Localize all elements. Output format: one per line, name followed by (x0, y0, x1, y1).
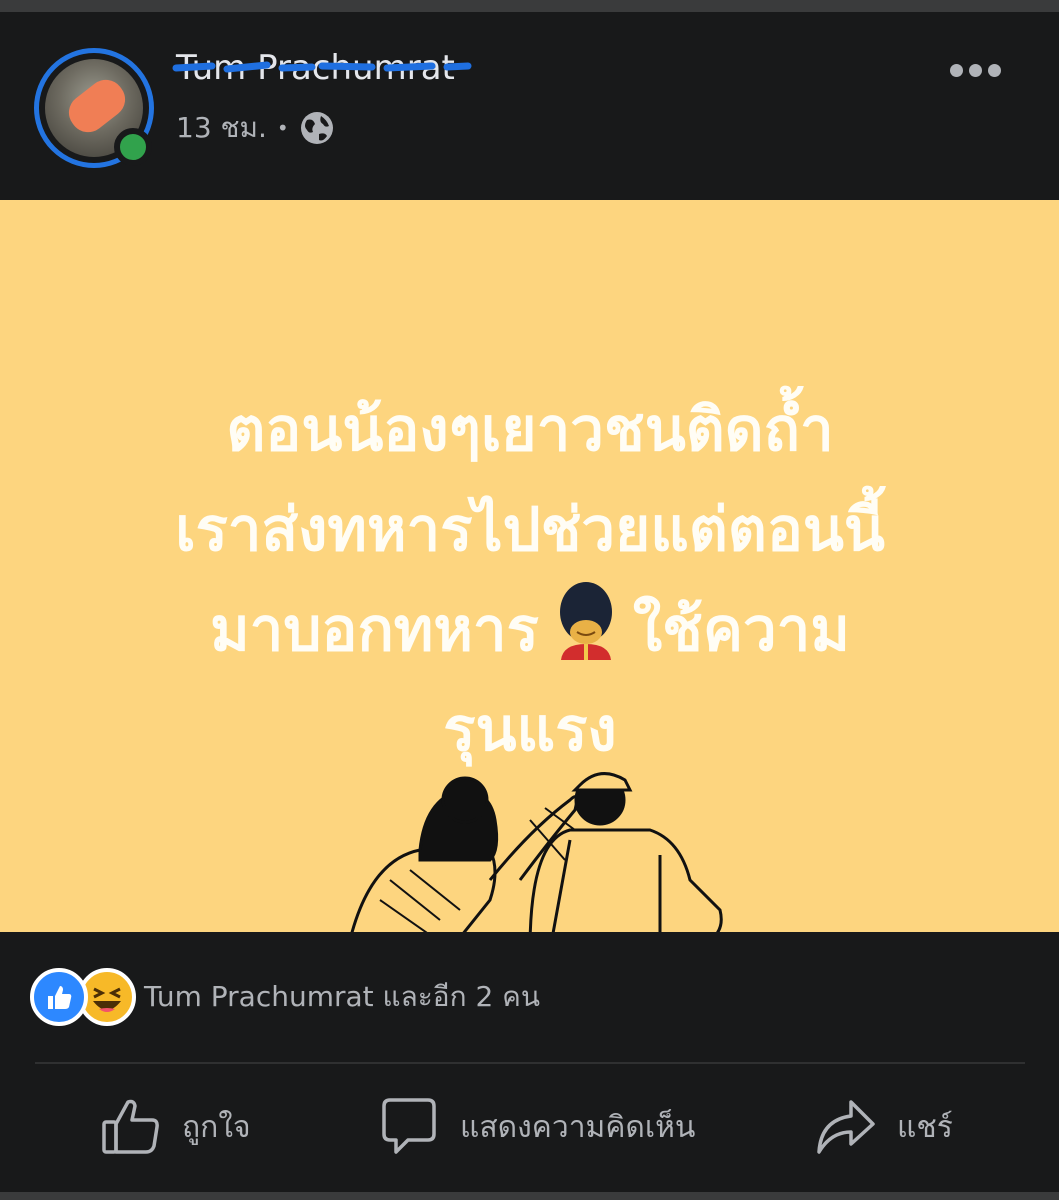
comment-icon (382, 1098, 436, 1154)
post-timestamp[interactable]: 13 ชม. (176, 106, 267, 150)
post-actions-bar: ถูกใจ แสดงความคิดเห็น แชร์ (0, 1092, 1059, 1172)
like-label: ถูกใจ (182, 1109, 251, 1145)
bottom-divider (0, 1192, 1059, 1200)
text-post-background: ตอนน้องๆเยาวชนติดถ้ำ เราส่งทหารไปช่วยแต่… (0, 200, 1059, 932)
comment-label: แสดงความคิดเห็น (460, 1109, 696, 1145)
like-reaction-icon (30, 968, 88, 1026)
reaction-summary-text: Tum Prachumrat และอีก 2 คน (144, 980, 541, 1013)
guardsman-emoji (559, 582, 612, 660)
top-divider (0, 0, 1059, 12)
share-arrow-icon (817, 1100, 875, 1154)
post-text: ตอนน้องๆเยาวชนติดถ้ำ เราส่งทหารไปช่วยแต่… (60, 380, 1000, 780)
friends-illustration (350, 772, 723, 932)
post-text-line-3a: มาบอกทหาร (210, 595, 539, 665)
more-options-icon[interactable] (950, 58, 1008, 82)
post-meta: 13 ชม. • (176, 106, 335, 150)
post-text-line-3: มาบอกทหาร ใช้ความ (60, 580, 1000, 680)
comment-button[interactable]: แสดงความคิดเห็น (378, 1092, 695, 1162)
share-label: แชร์ (897, 1109, 953, 1145)
name-redaction-scribble (172, 61, 472, 73)
online-status-dot (114, 128, 152, 166)
redaction-scribble (61, 72, 133, 140)
post-card: Tum Prachumrat 13 ชม. • ตอนน้องๆเยาวชนติ… (0, 12, 1059, 1200)
post-text-line-2: เราส่งทหารไปช่วยแต่ตอนนี้ (175, 495, 885, 565)
thumbs-up-icon (102, 1099, 159, 1154)
post-header: Tum Prachumrat 13 ชม. • (0, 12, 1059, 200)
post-text-line-1: ตอนน้องๆเยาวชนติดถ้ำ (226, 395, 834, 465)
reaction-summary[interactable]: Tum Prachumrat และอีก 2 คน (30, 967, 540, 1027)
meta-separator: • (276, 116, 289, 140)
globe-icon[interactable] (299, 110, 335, 146)
post-text-line-3b: ใช้ความ (632, 595, 850, 665)
like-button[interactable]: ถูกใจ (100, 1092, 251, 1162)
share-button[interactable]: แชร์ (815, 1092, 953, 1162)
actions-divider (35, 1062, 1025, 1064)
author-avatar[interactable] (34, 48, 154, 168)
